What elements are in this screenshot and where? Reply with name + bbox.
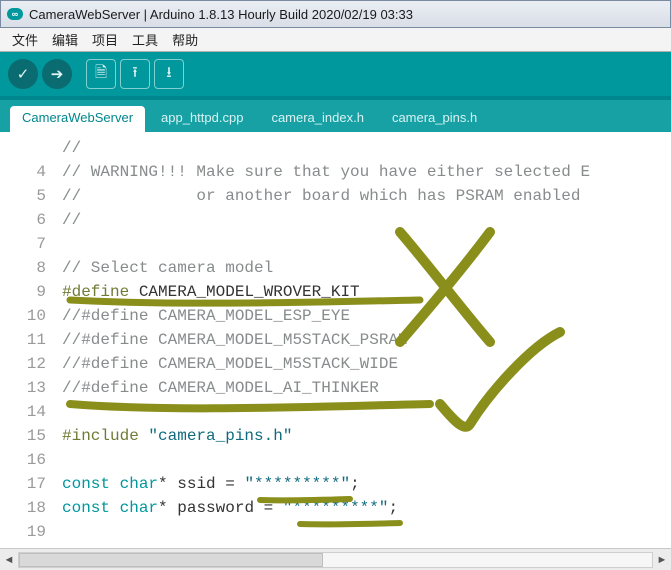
- toolbar: ✓ ➔ 🗎 ⭱ ⭳: [0, 52, 671, 100]
- code-line: #include "camera_pins.h": [62, 427, 292, 445]
- code-line: //#define CAMERA_MODEL_M5STACK_WIDE: [62, 355, 398, 373]
- code-line: #define CAMERA_MODEL_WROVER_KIT: [62, 283, 360, 301]
- arrow-up-icon: ⭱: [132, 62, 137, 87]
- file-icon: 🗎: [95, 62, 107, 87]
- code-editor[interactable]: 4 5 6 7 8 9 10 11 12 13 14 15 16 17 18 1…: [0, 132, 671, 548]
- arduino-icon: ∞: [7, 8, 23, 20]
- code-line: //#define CAMERA_MODEL_ESP_EYE: [62, 307, 350, 325]
- code-line: const char* password = "*********";: [62, 499, 398, 517]
- tab-bar: CameraWebServer app_httpd.cpp camera_ind…: [0, 100, 671, 132]
- upload-button[interactable]: ➔: [42, 59, 72, 89]
- arrow-right-icon: ➔: [51, 65, 64, 83]
- new-sketch-button[interactable]: 🗎: [86, 59, 116, 89]
- scroll-left-icon[interactable]: ◄: [0, 551, 18, 569]
- menu-help[interactable]: 帮助: [166, 28, 204, 51]
- code-line: const char* ssid = "*********";: [62, 475, 360, 493]
- title-bar: ∞ CameraWebServer | Arduino 1.8.13 Hourl…: [0, 0, 671, 28]
- line-gutter: 4 5 6 7 8 9 10 11 12 13 14 15 16 17 18 1…: [0, 132, 56, 548]
- scroll-thumb[interactable]: [19, 553, 323, 567]
- scroll-track[interactable]: [18, 552, 653, 568]
- code-line: //#define CAMERA_MODEL_M5STACK_PSRAM: [62, 331, 408, 349]
- tab-camera-pins[interactable]: camera_pins.h: [380, 106, 489, 132]
- menu-tools[interactable]: 工具: [126, 28, 164, 51]
- arrow-down-icon: ⭳: [166, 62, 171, 87]
- code-line: // or another board which has PSRAM enab…: [62, 187, 580, 205]
- menu-sketch[interactable]: 项目: [86, 28, 124, 51]
- tab-camerawebserver[interactable]: CameraWebServer: [10, 106, 145, 132]
- code-line: //: [62, 139, 81, 157]
- check-icon: ✓: [17, 65, 30, 83]
- code-line: // WARNING!!! Make sure that you have ei…: [62, 163, 590, 181]
- window-title: CameraWebServer | Arduino 1.8.13 Hourly …: [29, 7, 413, 22]
- verify-button[interactable]: ✓: [8, 59, 38, 89]
- open-sketch-button[interactable]: ⭱: [120, 59, 150, 89]
- code-line: //: [62, 211, 81, 229]
- scroll-right-icon[interactable]: ►: [653, 551, 671, 569]
- tab-camera-index[interactable]: camera_index.h: [259, 106, 376, 132]
- menu-edit[interactable]: 编辑: [46, 28, 84, 51]
- code-line: // Select camera model: [62, 259, 273, 277]
- horizontal-scrollbar[interactable]: ◄ ►: [0, 548, 671, 570]
- menu-file[interactable]: 文件: [6, 28, 44, 51]
- menu-bar[interactable]: 文件 编辑 项目 工具 帮助: [0, 28, 671, 52]
- save-sketch-button[interactable]: ⭳: [154, 59, 184, 89]
- code-line: //#define CAMERA_MODEL_AI_THINKER: [62, 379, 379, 397]
- code-area[interactable]: // // WARNING!!! Make sure that you have…: [56, 132, 590, 548]
- tab-app-httpd[interactable]: app_httpd.cpp: [149, 106, 255, 132]
